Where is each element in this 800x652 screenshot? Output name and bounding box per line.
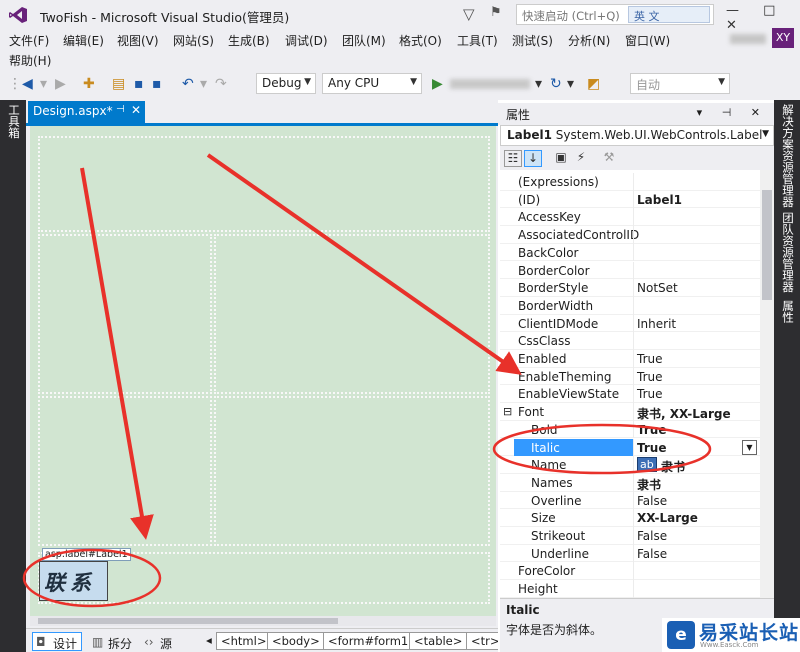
annotation-circle [22,548,162,608]
annotation-arrow [80,167,154,540]
annotation-overlay [22,153,712,608]
annotation-circle [492,423,712,475]
annotation-arrow [206,153,522,375]
